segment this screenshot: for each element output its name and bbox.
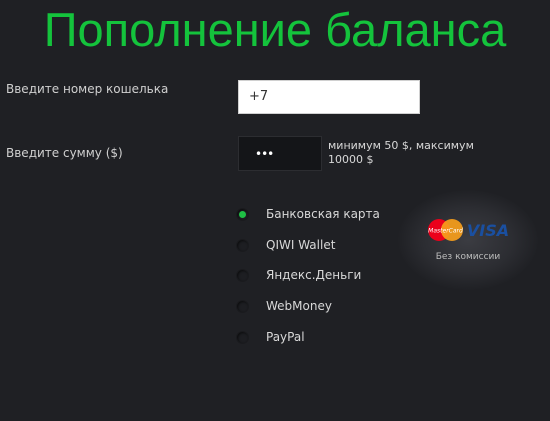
radio-checked-icon[interactable]	[236, 207, 249, 221]
amount-input[interactable]: •••	[238, 136, 322, 171]
radio-icon[interactable]	[236, 268, 249, 282]
radio-icon[interactable]	[236, 238, 249, 252]
payment-method-paypal[interactable]: PayPal	[236, 327, 305, 347]
wallet-number-input[interactable]: +7	[238, 80, 420, 114]
mastercard-logo-text: MasterCard	[428, 228, 463, 235]
payment-method-label: Яндекс.Деньги	[266, 268, 362, 282]
payment-method-label: PayPal	[266, 330, 305, 344]
payment-method-webmoney[interactable]: WebMoney	[236, 296, 332, 316]
radio-icon[interactable]	[236, 330, 249, 344]
payment-method-bank-card[interactable]: Банковская карта	[236, 204, 380, 224]
commission-text: Без комиссии	[435, 252, 501, 262]
wallet-number-value: +7	[249, 89, 269, 104]
amount-hint: минимум 50 $, максимум 10000 $	[328, 139, 474, 166]
payment-method-label: WebMoney	[266, 299, 332, 313]
wallet-number-label: Введите номер кошелька	[6, 82, 169, 96]
visa-logo-icon: VISA	[467, 221, 509, 240]
radio-icon[interactable]	[236, 299, 249, 313]
payment-method-label: QIWI Wallet	[266, 238, 336, 252]
payment-method-yandex[interactable]: Яндекс.Деньги	[236, 265, 361, 285]
payment-method-qiwi[interactable]: QIWI Wallet	[236, 235, 335, 255]
card-logos: MasterCard VISA	[428, 219, 509, 241]
mastercard-logo-icon: MasterCard	[428, 219, 463, 241]
amount-masked-value: •••	[255, 146, 274, 161]
amount-label: Введите сумму ($)	[6, 146, 123, 160]
payment-method-label: Банковская карта	[266, 207, 380, 221]
page-title: Пополнение баланса	[43, 3, 507, 56]
visa-logo-text: VISA	[467, 221, 509, 240]
